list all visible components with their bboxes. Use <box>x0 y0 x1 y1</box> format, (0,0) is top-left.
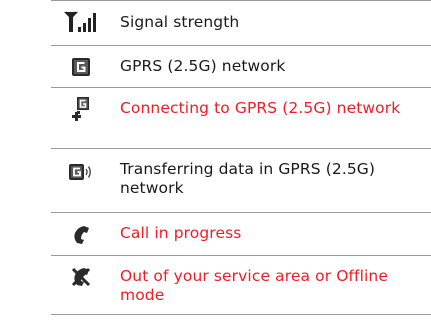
row-label: Transferring data in GPRS (2.5G) network <box>120 160 376 197</box>
table-row: Connecting to GPRS (2.5G) network <box>51 87 431 148</box>
gprs-transferring-icon <box>69 164 91 180</box>
row-label: Out of your service area or Offline mode <box>120 267 388 304</box>
row-label: Call in progress <box>120 224 242 242</box>
table-row: Transferring data in GPRS (2.5G) network <box>51 148 431 212</box>
no-service-icon <box>71 267 91 287</box>
gprs-connecting-icon <box>72 97 89 121</box>
table-row: Call in progress <box>51 212 431 255</box>
row-label: Connecting to GPRS (2.5G) network <box>120 99 401 117</box>
signal-strength-icon <box>64 11 96 32</box>
status-icon-table: Signal strength GPRS (2.5G) network Conn… <box>51 0 431 315</box>
gprs-network-icon <box>72 58 90 76</box>
table-row: Signal strength <box>51 0 431 45</box>
call-in-progress-icon <box>74 226 89 244</box>
table-row: Out of your service area or Offline mode <box>51 255 431 315</box>
row-label: GPRS (2.5G) network <box>120 57 286 75</box>
row-label: Signal strength <box>120 13 240 31</box>
table-row: GPRS (2.5G) network <box>51 45 431 87</box>
